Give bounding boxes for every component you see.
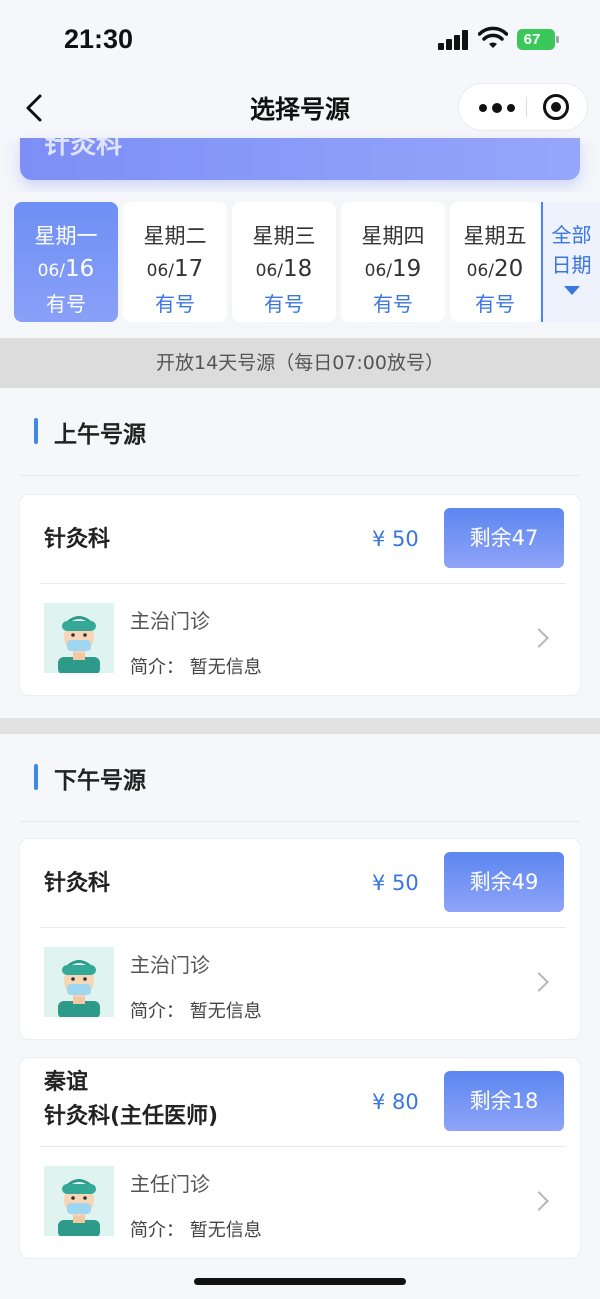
department-banner: 针灸科	[20, 138, 580, 180]
date-tab-1[interactable]: 星期二 06/17 有号	[123, 202, 227, 322]
close-target-icon[interactable]	[543, 94, 569, 120]
date-weekday: 星期二	[143, 224, 207, 248]
date-status: 有号	[475, 292, 515, 316]
doctor-intro: 简介： 暂无信息	[130, 1001, 262, 1022]
doctor-avatar-icon	[44, 603, 114, 673]
date-tab-0[interactable]: 星期一 06/16 有号	[14, 202, 118, 322]
chevron-right-icon	[529, 972, 549, 992]
date-value: 06/19	[364, 256, 422, 282]
more-dots-icon[interactable]	[471, 84, 523, 130]
section-title: 下午号源	[54, 768, 146, 794]
date-value: 06/17	[146, 256, 204, 282]
date-selector: 星期一 06/16 有号 星期二 06/17 有号 星期三 06/18 有号 星…	[0, 192, 600, 332]
divider	[40, 583, 566, 584]
divider	[40, 927, 566, 928]
date-status: 有号	[46, 292, 86, 316]
slot-card[interactable]: 秦谊 针灸科(主任医师) ¥ 80 剩余18 主任门诊 简介： 暂无信息	[19, 1057, 581, 1259]
date-tab-2[interactable]: 星期三 06/18 有号	[232, 202, 336, 322]
section-header: 上午号源	[0, 388, 600, 476]
slot-department: 针灸科	[44, 871, 111, 896]
home-indicator[interactable]	[194, 1278, 406, 1285]
afternoon-section: 下午号源 针灸科 ¥ 50 剩余49 主治门诊 简介： 暂无信息 秦谊 针灸科(…	[0, 734, 600, 1274]
section-accent-bar	[34, 764, 38, 790]
back-arrow-icon[interactable]	[16, 86, 56, 130]
date-value: 06/20	[466, 256, 524, 282]
doctor-avatar-icon	[44, 947, 114, 1017]
dropdown-arrow-icon	[563, 286, 580, 295]
date-status: 有号	[155, 292, 195, 316]
date-value: 06/18	[255, 256, 313, 282]
wifi-icon	[478, 26, 508, 48]
doctor-level: 主治门诊	[130, 609, 210, 633]
battery-level: 67	[523, 31, 541, 48]
divider	[40, 1146, 566, 1147]
date-weekday: 星期四	[361, 224, 425, 248]
status-bar: 21:30 67	[0, 0, 600, 80]
doctor-level: 主治门诊	[130, 953, 210, 977]
slot-department: 针灸科(主任医师)	[44, 1104, 219, 1129]
battery-icon: 67	[517, 29, 559, 50]
remaining-button[interactable]: 剩余47	[444, 508, 564, 568]
morning-section: 上午号源 针灸科 ¥ 50 剩余47 主治门诊 简介： 暂无信息	[0, 388, 600, 718]
date-tab-4[interactable]: 星期五 06/20 有号	[450, 202, 540, 322]
all-dates-button[interactable]: 全部日期	[541, 202, 600, 322]
slot-card[interactable]: 针灸科 ¥ 50 剩余49 主治门诊 简介： 暂无信息	[19, 838, 581, 1040]
section-gap	[0, 718, 600, 734]
doctor-avatar-icon	[44, 1166, 114, 1236]
doctor-intro: 简介： 暂无信息	[130, 1220, 262, 1241]
date-weekday: 星期三	[252, 224, 316, 248]
slot-price: ¥ 80	[372, 1090, 419, 1114]
date-weekday: 星期一	[34, 224, 98, 248]
banner-dept-name: 针灸科	[44, 138, 123, 160]
slot-department: 针灸科	[44, 527, 111, 552]
slot-card[interactable]: 针灸科 ¥ 50 剩余47 主治门诊 简介： 暂无信息	[19, 494, 581, 696]
all-dates-label: 全部日期	[551, 223, 592, 277]
chevron-right-icon	[529, 1191, 549, 1211]
chevron-right-icon	[529, 628, 549, 648]
section-header: 下午号源	[0, 734, 600, 822]
signal-icon	[438, 30, 470, 50]
remaining-button[interactable]: 剩余18	[444, 1071, 564, 1131]
nav-bar: 选择号源	[0, 80, 600, 138]
release-notice: 开放14天号源（每日07:00放号）	[0, 338, 600, 388]
mini-program-capsule	[458, 83, 588, 131]
date-weekday: 星期五	[463, 224, 527, 248]
date-tab-3[interactable]: 星期四 06/19 有号	[341, 202, 445, 322]
date-value: 06/16	[37, 256, 95, 282]
doctor-level: 主任门诊	[130, 1172, 210, 1196]
date-status: 有号	[264, 292, 304, 316]
slot-price: ¥ 50	[372, 527, 419, 551]
status-time: 21:30	[64, 24, 134, 54]
slot-doctor-name: 秦谊	[44, 1070, 89, 1095]
remaining-button[interactable]: 剩余49	[444, 852, 564, 912]
doctor-intro: 简介： 暂无信息	[130, 657, 262, 678]
divider	[20, 821, 580, 822]
section-accent-bar	[34, 418, 38, 444]
section-title: 上午号源	[54, 422, 146, 448]
slot-price: ¥ 50	[372, 871, 419, 895]
divider	[20, 475, 580, 476]
date-status: 有号	[373, 292, 413, 316]
